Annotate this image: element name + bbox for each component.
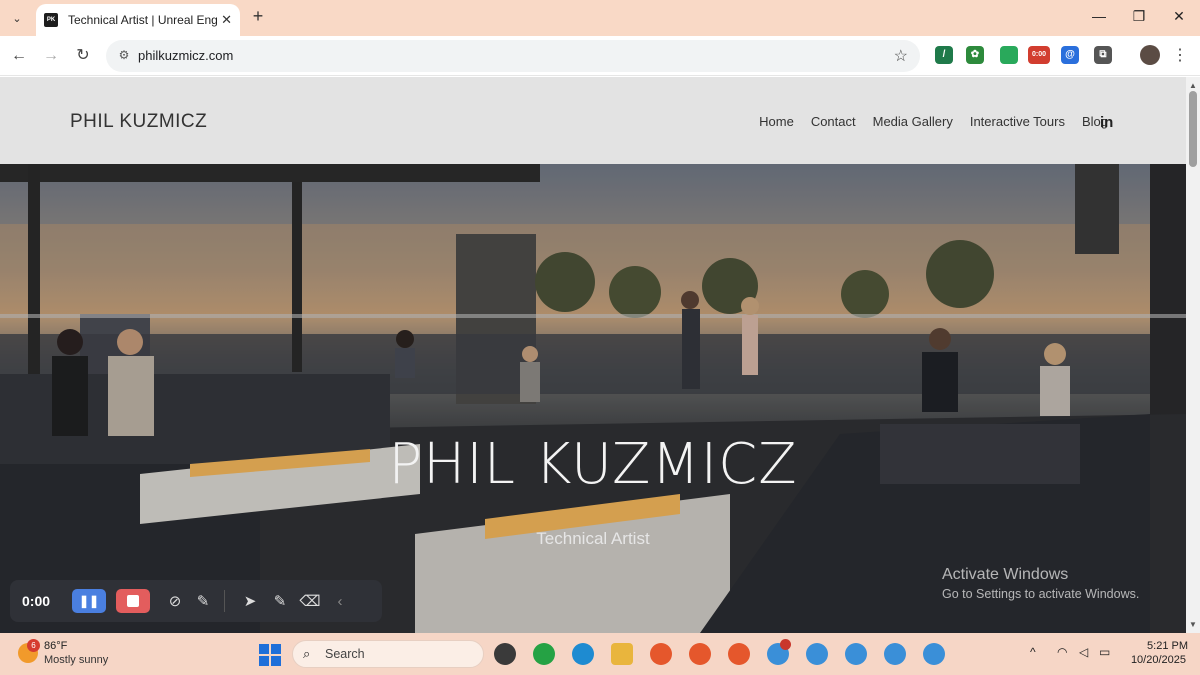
web-page: PHIL KUZMICZ Home Contact Media Gallery … (0, 77, 1186, 633)
brave-icon-1[interactable] (650, 643, 672, 665)
ext-icon-5[interactable]: @ (1061, 46, 1079, 64)
back-icon[interactable]: ← (8, 45, 30, 67)
weather-description[interactable]: Mostly sunny (44, 654, 108, 666)
browser-menu-icon[interactable]: ⋮ (1172, 45, 1188, 65)
forward-icon[interactable]: → (40, 45, 62, 67)
notification-badge (780, 639, 791, 650)
brave-icon-2[interactable] (689, 643, 711, 665)
collapse-chevron-icon[interactable]: ‹ (329, 593, 351, 610)
chrome-icon-3[interactable] (845, 643, 867, 665)
site-brand[interactable]: PHIL KUZMICZ (70, 111, 207, 133)
windows-taskbar: 6 86°F Mostly sunny ⌕ Search ^ ◠ ◁ ▭ 5:2… (0, 633, 1200, 675)
minimize-icon[interactable]: — (1089, 8, 1109, 24)
stop-button[interactable] (116, 589, 150, 613)
chrome-icon-4[interactable] (884, 643, 906, 665)
ext-icon-3[interactable] (1000, 46, 1018, 64)
hero-subtitle: Technical Artist (536, 529, 650, 548)
tab-search-chevron-icon[interactable]: ⌄ (6, 7, 28, 29)
search-icon: ⌕ (303, 646, 311, 661)
bookmark-star-icon[interactable]: ☆ (894, 46, 908, 66)
stop-icon (127, 595, 139, 607)
window-close-icon[interactable]: ✕ (1169, 8, 1189, 25)
address-bar[interactable]: ⚙ philkuzmicz.com ☆ (106, 40, 920, 72)
chrome-icon-2[interactable] (806, 643, 828, 665)
watermark-subtitle: Go to Settings to activate Windows. (942, 587, 1140, 601)
edge-icon[interactable] (572, 643, 594, 665)
site-header: PHIL KUZMICZ Home Contact Media Gallery … (0, 77, 1186, 164)
profile-avatar[interactable] (1140, 45, 1160, 65)
watermark-title: Activate Windows (942, 566, 1069, 583)
hero-section: PHIL KUZMICZ Technical Artist Activate W… (0, 164, 1186, 633)
weather-badge: 6 (27, 639, 40, 652)
site-info-icon[interactable]: ⚙ (116, 48, 132, 64)
chrome-icon-5[interactable] (923, 643, 945, 665)
browser-tab-active[interactable]: PK Technical Artist | Unreal Engine ✕ (36, 4, 240, 36)
activate-windows-watermark: Activate Windows Go to Settings to activ… (942, 566, 1139, 601)
pointer-icon[interactable]: ➤ (239, 592, 261, 610)
tab-title: Technical Artist | Unreal Engine (68, 13, 218, 27)
battery-icon[interactable]: ▭ (1099, 645, 1110, 659)
page-scrollbar[interactable]: ▲ ▼ (1186, 77, 1200, 633)
clock-time[interactable]: 5:21 PM (1138, 640, 1188, 652)
camera-off-icon[interactable]: ⊘ (164, 592, 186, 610)
nav-contact[interactable]: Contact (811, 114, 856, 129)
hero-background-image (0, 164, 1186, 633)
linkedin-icon[interactable]: in (1100, 114, 1113, 131)
nav-home[interactable]: Home (759, 114, 794, 129)
scroll-thumb[interactable] (1189, 91, 1197, 167)
file-explorer-icon[interactable] (494, 643, 516, 665)
taskbar-search[interactable]: ⌕ Search (292, 640, 484, 668)
clock-date[interactable]: 10/20/2025 (1128, 654, 1186, 666)
browser-toolbar: ← → ↻ ⚙ philkuzmicz.com ☆ / ✿ 0:00 @ ⧉ ⋮ (0, 36, 1200, 76)
search-placeholder: Search (325, 647, 365, 661)
site-nav: Home Contact Media Gallery Interactive T… (742, 114, 1108, 129)
windows-start-icon[interactable] (259, 644, 281, 666)
recording-timer: 0:00 (22, 593, 51, 609)
scroll-up-icon[interactable]: ▲ (1189, 81, 1197, 90)
maximize-icon[interactable]: ❐ (1129, 8, 1149, 25)
ext-icon-1[interactable]: / (935, 46, 953, 64)
pen-icon[interactable]: ✎ (269, 592, 291, 610)
tab-close-icon[interactable]: ✕ (221, 12, 232, 28)
new-tab-button[interactable]: + (248, 7, 268, 27)
screen-recorder-toolbar: 0:00 ❚❚ ⊘ ✎ ➤ ✎ ⌫ ‹ (10, 580, 382, 622)
site-favicon-icon: PK (44, 13, 58, 27)
ext-icon-2[interactable]: ✿ (966, 46, 984, 64)
tab-strip: ⌄ PK Technical Artist | Unreal Engine ✕ … (0, 0, 1200, 36)
reload-icon[interactable]: ↻ (72, 45, 94, 67)
eraser-icon[interactable]: ⌫ (299, 592, 321, 610)
brave-icon-3[interactable] (728, 643, 750, 665)
url-text[interactable]: philkuzmicz.com (138, 48, 233, 63)
volume-icon[interactable]: ◁ (1079, 645, 1088, 659)
hero-title: PHIL KUZMICZ (388, 432, 798, 497)
scroll-down-icon[interactable]: ▼ (1189, 620, 1197, 629)
folder-icon[interactable] (611, 643, 633, 665)
toolbar-divider (224, 590, 225, 612)
nav-interactive-tours[interactable]: Interactive Tours (970, 114, 1065, 129)
whatsapp-icon[interactable] (533, 643, 555, 665)
wifi-icon[interactable]: ◠ (1057, 645, 1067, 659)
tray-chevron-icon[interactable]: ^ (1030, 645, 1036, 659)
pause-button[interactable]: ❚❚ (72, 589, 106, 613)
nav-media-gallery[interactable]: Media Gallery (873, 114, 953, 129)
ext-icon-4[interactable]: 0:00 (1028, 46, 1050, 64)
mic-off-icon[interactable]: ✎ (192, 592, 214, 610)
weather-temperature[interactable]: 86°F (44, 640, 67, 652)
ext-icon-6[interactable]: ⧉ (1094, 46, 1112, 64)
